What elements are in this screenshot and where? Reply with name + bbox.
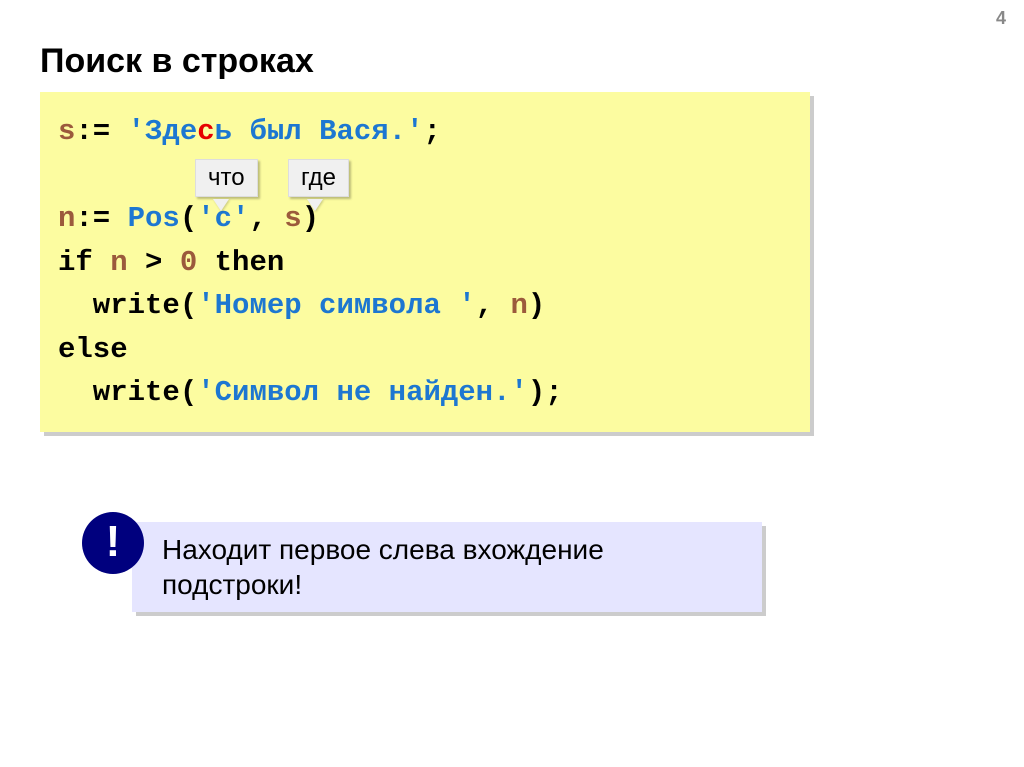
note-box: Находит первое слева вхождение подстроки… xyxy=(132,522,762,612)
callout-where: где xyxy=(288,159,349,197)
exclamation-icon: ! xyxy=(82,512,144,574)
callout-what-tail xyxy=(213,199,229,211)
code-line-6: else xyxy=(58,328,792,372)
code-line-7: write('Символ не найден.'); xyxy=(58,371,792,415)
page-title: Поиск в строках xyxy=(40,42,314,81)
page-number: 4 xyxy=(996,8,1006,29)
code-line-2 xyxy=(58,154,792,198)
callout-what: что xyxy=(195,159,258,197)
note-line-1: Находит первое слева вхождение xyxy=(162,532,740,567)
code-line-4: if n > 0 then xyxy=(58,241,792,285)
code-block: s:= 'Здесь был Вася.'; n:= Pos('с', s) i… xyxy=(40,92,810,432)
code-line-1: s:= 'Здесь был Вася.'; xyxy=(58,110,792,154)
code-line-3: n:= Pos('с', s) xyxy=(58,197,792,241)
code-line-5: write('Номер символа ', n) xyxy=(58,284,792,328)
callout-where-tail xyxy=(307,199,323,211)
note-line-2: подстроки! xyxy=(162,567,740,602)
